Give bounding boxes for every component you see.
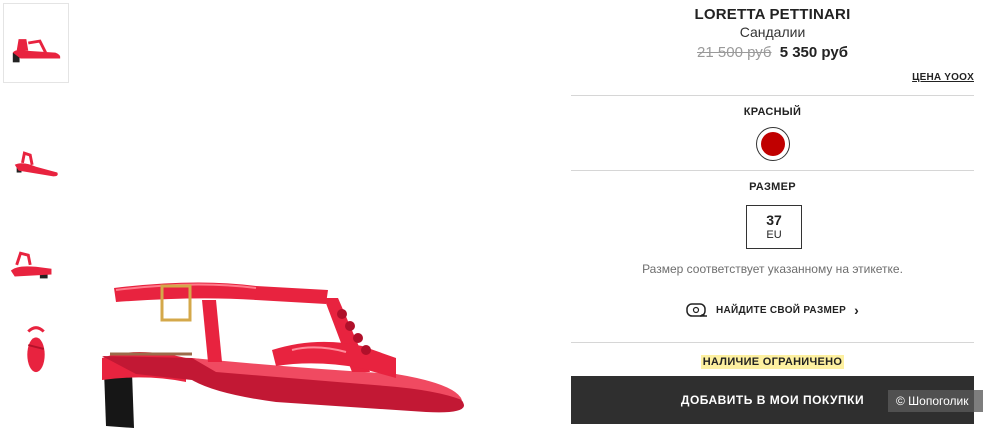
current-price: 5 350 руб — [779, 44, 848, 61]
size-label: РАЗМЕР — [749, 181, 796, 193]
color-swatch-dot — [761, 132, 785, 156]
sandal-side-thumb-icon — [12, 39, 61, 63]
main-product-image — [96, 250, 476, 430]
price-block: 21 500 руб 5 350 руб — [571, 44, 974, 61]
size-option-37[interactable]: 37 EU — [746, 205, 802, 249]
sandal-top-thumb-icon — [27, 326, 45, 373]
sandal-back-thumb-icon — [10, 251, 52, 279]
availability-label: НАЛИЧИЕ ОГРАНИЧЕНО — [700, 355, 845, 369]
red-sandal-image — [102, 282, 464, 428]
availability-notice: НАЛИЧИЕ ОГРАНИЧЕНО — [571, 352, 974, 370]
size-note: Размер соответствует указанному на этике… — [642, 262, 903, 276]
watermark: © Шопоголик — [888, 390, 983, 412]
product-brand: LORETTA PETTINARI — [694, 6, 851, 23]
chevron-right-icon: › — [854, 302, 859, 318]
find-your-size-label: НАЙДИТЕ СВОЙ РАЗМЕР — [716, 304, 847, 316]
divider — [571, 342, 974, 343]
product-category: Сандалии — [739, 24, 806, 40]
color-swatch-red[interactable] — [756, 127, 790, 161]
measuring-tape-icon — [686, 303, 707, 317]
thumbnail-3[interactable] — [4, 222, 68, 300]
divider — [571, 170, 974, 171]
size-value: 37 — [766, 212, 782, 228]
thumbnail-2[interactable] — [4, 120, 68, 198]
thumbnail-1[interactable] — [3, 3, 69, 83]
size-system: EU — [766, 229, 782, 241]
old-price: 21 500 руб — [697, 44, 772, 61]
find-your-size-link[interactable]: НАЙДИТЕ СВОЙ РАЗМЕР › — [686, 301, 859, 319]
divider — [571, 95, 974, 96]
thumbnail-4[interactable] — [4, 308, 68, 386]
yoox-price-link[interactable]: ЦЕНА YOOX — [912, 72, 974, 83]
color-label: КРАСНЫЙ — [743, 106, 802, 118]
sandal-angle-thumb-icon — [14, 151, 58, 177]
product-info-panel: LORETTA PETTINARI Сандалии 21 500 руб 5 … — [571, 0, 974, 435]
